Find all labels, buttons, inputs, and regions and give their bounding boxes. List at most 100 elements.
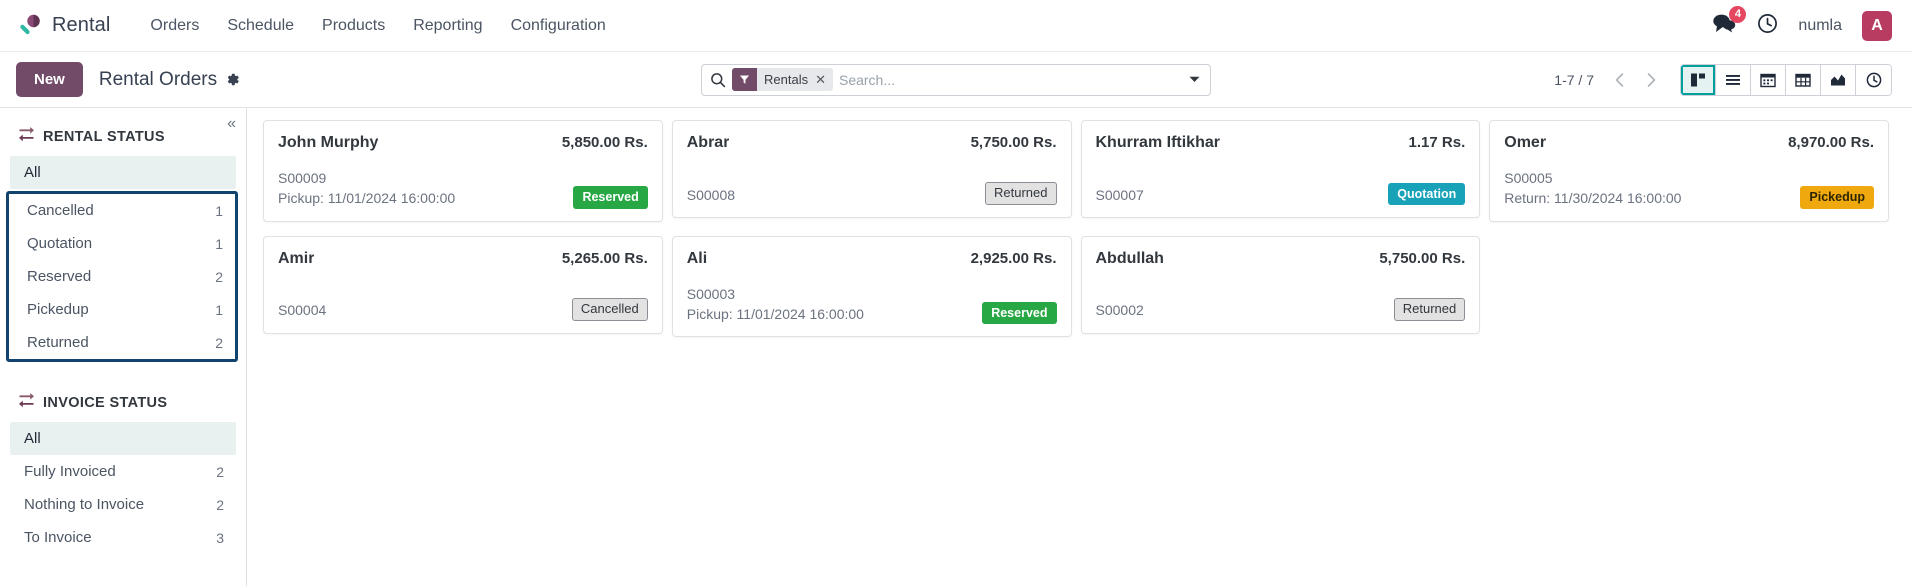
rental-status-filter-reserved[interactable]: Reserved 2 (9, 260, 235, 293)
rental-status-filter-list: Cancelled 1 Quotation 1 Reserved 2 Picke… (9, 194, 235, 359)
invoice-status-filter-list: All Fully Invoiced 2 Nothing to Invoice … (0, 422, 246, 554)
pager-next-button[interactable] (1636, 65, 1666, 95)
kanban-card[interactable]: Omer 8,970.00 Rs. S00005 Return: 11/30/2… (1489, 120, 1889, 222)
kanban-card[interactable]: Amir 5,265.00 Rs. S00004 Cancelled (263, 235, 663, 334)
menu-item-reporting[interactable]: Reporting (399, 9, 496, 43)
invoice-status-title: INVOICE STATUS (43, 395, 168, 411)
status-badge: Cancelled (571, 297, 648, 321)
rental-status-title: RENTAL STATUS (43, 129, 165, 145)
card-reference: S00004 (278, 302, 327, 319)
menu-item-schedule[interactable]: Schedule (213, 9, 308, 43)
pager-value[interactable]: 1-7 / 7 (1554, 72, 1594, 88)
kanban-card[interactable]: Khurram Iftikhar 1.17 Rs. S00007 Quotati… (1080, 120, 1481, 218)
invoice-status-filter-fully-invoiced[interactable]: Fully Invoiced 2 (10, 455, 236, 488)
view-switcher-calendar[interactable] (1751, 64, 1786, 95)
search-facet-rentals[interactable]: Rentals ✕ (732, 68, 833, 91)
view-switcher-activity[interactable] (1856, 64, 1891, 95)
card-customer-name: Abdullah (1095, 249, 1164, 267)
new-button[interactable]: New (16, 62, 83, 97)
menu-item-orders[interactable]: Orders (136, 9, 213, 43)
kanban-view: John Murphy 5,850.00 Rs. S00009 Pickup: … (247, 108, 1912, 586)
card-meta: S00003 Pickup: 11/01/2024 16:00:00 (687, 284, 864, 325)
card-meta: S00009 Pickup: 11/01/2024 16:00:00 (278, 168, 455, 209)
kanban-cell: Amir 5,265.00 Rs. S00004 Cancelled (263, 235, 672, 352)
control-panel: New Rental Orders Rentals ✕ Search... 1-… (0, 52, 1912, 108)
status-badge: Quotation (1388, 182, 1466, 205)
close-icon[interactable]: ✕ (815, 73, 833, 86)
user-menu-name[interactable]: numla (1798, 17, 1842, 35)
view-switcher-pivot[interactable] (1786, 64, 1821, 95)
search-view: Rentals ✕ (701, 63, 1211, 96)
kanban-cell: Khurram Iftikhar 1.17 Rs. S00007 Quotati… (1080, 120, 1490, 236)
pager-previous-button[interactable] (1604, 65, 1634, 95)
card-meta: S00004 (278, 300, 326, 320)
kanban-card[interactable]: John Murphy 5,850.00 Rs. S00009 Pickup: … (263, 120, 663, 222)
card-meta: S00008 (687, 185, 735, 205)
status-badge: Reserved (982, 301, 1057, 325)
kanban-card[interactable]: Abrar 5,750.00 Rs. S00008 Returned (671, 120, 1072, 218)
invoice-status-filter-to-invoice[interactable]: To Invoice 3 (10, 521, 236, 554)
card-footer: S00007 Quotation (1096, 167, 1466, 205)
search-facet-label: Rentals (764, 72, 809, 87)
breadcrumb: Rental Orders (99, 69, 240, 91)
rental-status-highlight-annotation: Cancelled 1 Quotation 1 Reserved 2 Picke… (6, 191, 238, 362)
menu-item-products[interactable]: Products (308, 9, 399, 43)
sidebar-section-divider (0, 362, 246, 384)
chevrons-left-icon[interactable]: « (227, 116, 236, 132)
filter-count: 2 (216, 463, 224, 480)
gear-icon[interactable] (225, 72, 240, 87)
card-amount: 5,850.00 Rs. (561, 134, 648, 151)
kanban-grid: John Murphy 5,850.00 Rs. S00009 Pickup: … (263, 120, 1898, 351)
card-header: Omer 8,970.00 Rs. (1504, 134, 1874, 152)
card-amount: 8,970.00 Rs. (1788, 134, 1874, 151)
status-badge: Pickedup (1800, 186, 1874, 209)
activity-button[interactable] (1757, 13, 1778, 39)
status-badge: Reserved (573, 186, 648, 209)
card-customer-name: Amir (278, 249, 315, 267)
rental-status-filter-pickedup[interactable]: Pickedup 1 (9, 293, 235, 326)
top-navbar: Rental Orders Schedule Products Reportin… (0, 0, 1912, 52)
invoice-status-all-label: All (24, 430, 41, 447)
kanban-cell: John Murphy 5,850.00 Rs. S00009 Pickup: … (263, 120, 672, 236)
rental-status-filter-returned[interactable]: Returned 2 (9, 326, 235, 359)
navbar-systray: 4 numla A (1712, 6, 1892, 41)
kanban-card[interactable]: Ali 2,925.00 Rs. S00003 Pickup: 11/01/20… (671, 235, 1072, 338)
kanban-card[interactable]: Abdullah 5,750.00 Rs. S00002 Returned (1080, 235, 1481, 334)
filter-label: Returned (27, 334, 89, 351)
invoice-status-filter-all[interactable]: All (10, 422, 236, 455)
card-footer: S00004 Cancelled (278, 282, 648, 321)
rental-status-all-label: All (24, 164, 41, 181)
filter-count: 1 (215, 235, 223, 252)
card-footer: S00005 Return: 11/30/2024 16:00:00 Picke… (1504, 152, 1874, 209)
rental-status-filter-all[interactable]: All (10, 156, 236, 189)
rental-status-filter-quotation[interactable]: Quotation 1 (9, 227, 235, 260)
card-header: Abrar 5,750.00 Rs. (687, 134, 1057, 152)
brand-name: Rental (52, 14, 111, 36)
messages-button[interactable]: 4 (1712, 6, 1747, 38)
view-switcher-graph[interactable] (1821, 64, 1856, 95)
card-reference: S00003 (686, 285, 736, 302)
filter-label: To Invoice (24, 529, 92, 546)
filter-label: Nothing to Invoice (24, 496, 145, 513)
card-reference: S00008 (686, 186, 736, 203)
menu-item-configuration[interactable]: Configuration (497, 9, 620, 43)
rental-status-filter-cancelled[interactable]: Cancelled 1 (9, 194, 235, 227)
chevron-down-icon[interactable] (1180, 65, 1208, 95)
card-amount: 5,750.00 Rs. (1379, 249, 1466, 267)
status-badge: Returned (1393, 297, 1466, 321)
filter-count: 2 (216, 496, 224, 513)
search-bar[interactable]: Rentals ✕ (701, 63, 1211, 96)
view-switcher-list[interactable] (1716, 64, 1751, 95)
card-header: Khurram Iftikhar 1.17 Rs. (1096, 134, 1466, 152)
filter-label: Reserved (27, 268, 92, 285)
avatar[interactable]: A (1862, 10, 1892, 41)
filter-label: Quotation (27, 235, 93, 252)
view-switcher-kanban[interactable] (1681, 64, 1716, 95)
brand-home-link[interactable]: Rental (16, 13, 110, 39)
invoice-status-filter-nothing-to-invoice[interactable]: Nothing to Invoice 2 (10, 488, 236, 521)
filter-label: Cancelled (27, 202, 94, 219)
clock-activity-icon (1757, 13, 1778, 39)
rental-status-section-header: RENTAL STATUS (0, 118, 246, 156)
pager: 1-7 / 7 (1554, 65, 1666, 95)
search-input[interactable] (838, 71, 1180, 88)
